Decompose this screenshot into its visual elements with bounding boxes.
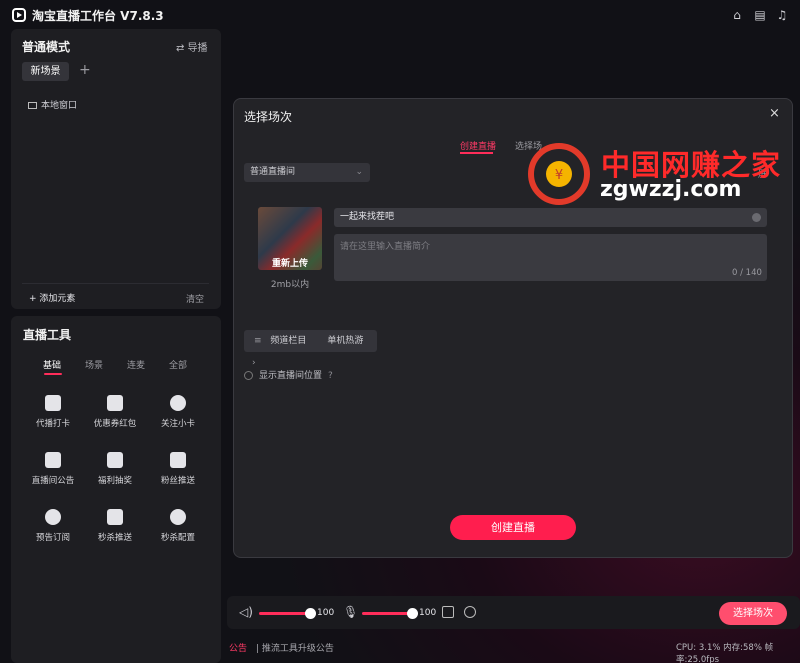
settings-icon[interactable] [464, 606, 476, 618]
tool-fan-push[interactable]: 粉丝推送 [148, 452, 208, 486]
divider [22, 283, 209, 284]
live-title-input[interactable]: 一起来找茬吧 [334, 208, 767, 227]
char-count: 0 / 140 [732, 268, 762, 278]
tool-label: 直播间公告 [31, 476, 75, 486]
speaker-volume-knob[interactable] [305, 608, 316, 619]
channel-selector[interactable]: ≡ 频道栏目 单机热游 › [244, 330, 377, 368]
tab-scene[interactable]: 场景 [85, 358, 103, 371]
tab-underline [460, 152, 493, 154]
tool-flash-config[interactable]: 秒杀配置 [148, 509, 208, 543]
channel-value: 单机热游 [327, 336, 364, 346]
room-type-select[interactable]: 普通直播间 ⌄ [244, 163, 370, 182]
mode-title: 普通模式 [22, 40, 71, 54]
tool-preview-subscribe[interactable]: 预告订阅 [23, 509, 83, 543]
tool-label: 代播打卡 [35, 419, 70, 429]
tool-flash-push[interactable]: 秒杀推送 [85, 509, 145, 543]
tool-label: 秒杀配置 [160, 533, 195, 543]
svg-text:¥: ¥ [555, 168, 563, 183]
tab-co-stream[interactable]: 连麦 [127, 358, 145, 371]
speaker-volume-value: 100 [317, 608, 335, 618]
headset-icon[interactable]: ♫ [775, 8, 789, 22]
broadcast-icon [170, 395, 186, 411]
message-icon[interactable]: ▤ [753, 8, 767, 22]
tool-label: 优惠券红包 [93, 419, 137, 429]
tool-label: 福利抽奖 [97, 476, 132, 486]
tool-coupon[interactable]: 优惠券红包 [85, 395, 145, 429]
mic-volume-value: 100 [419, 608, 437, 618]
speaker-icon [45, 452, 61, 468]
app-title: 淘宝直播工作台 V7.8.3 [32, 9, 164, 23]
app-logo-icon [12, 8, 26, 22]
tool-checkin[interactable]: 代播打卡 [23, 395, 83, 429]
flash-config-icon [170, 509, 186, 525]
gift-icon [107, 452, 123, 468]
chevron-down-icon: ⌄ [355, 167, 363, 177]
mic-volume-knob[interactable] [407, 608, 418, 619]
clipboard-check-icon [45, 395, 61, 411]
export-button[interactable]: ⇄ 导播 [176, 39, 208, 54]
select-session-button[interactable]: 选择场次 [719, 602, 787, 625]
list-icon: ≡ [254, 336, 262, 346]
tab-create-live[interactable]: 创建直播 [460, 139, 496, 152]
watermark-dragon-logo: ¥ [528, 143, 590, 205]
tool-follow-card[interactable]: 关注小卡 [148, 395, 208, 429]
window-icon [28, 102, 37, 109]
microphone-icon[interactable]: 🎙 [343, 605, 358, 619]
subscribe-icon [45, 509, 61, 525]
show-location-label: 显示直播间位置 [259, 371, 323, 381]
push-arrow-icon [170, 452, 186, 468]
watermark-text-en: zgwzzj.com [600, 177, 742, 202]
title-value: 一起来找茬吧 [340, 212, 395, 222]
tab-basic[interactable]: 基础 [43, 358, 61, 371]
create-live-button[interactable]: 创建直播 [450, 515, 576, 540]
cover-size-hint: 2mb以内 [270, 280, 310, 290]
clear-button[interactable]: 清空 [186, 292, 204, 305]
performance-stats: CPU: 3.1% 内存:58% 帧率:25.0fps [676, 643, 774, 663]
source-item-local-window[interactable]: 本地窗口 [28, 98, 77, 111]
red-packet-icon [107, 395, 123, 411]
reupload-label[interactable]: 重新上传 [258, 256, 322, 269]
tool-lottery[interactable]: 福利抽奖 [85, 452, 145, 486]
help-icon[interactable]: ? [328, 371, 333, 381]
dialog-title: 选择场次 [244, 110, 293, 124]
close-icon[interactable]: × [769, 106, 780, 121]
notice-link[interactable]: | 推流工具升级公告 [256, 641, 334, 654]
speaker-icon[interactable]: ◁) [239, 605, 253, 619]
tab-underline [44, 373, 62, 375]
show-location-option[interactable]: 显示直播间位置? [244, 368, 333, 381]
home-icon[interactable]: ⌂ [730, 8, 744, 22]
add-scene-button[interactable]: + [79, 62, 91, 78]
notice-tag[interactable]: 公告 [229, 641, 247, 654]
clear-icon[interactable] [752, 213, 761, 222]
tool-announcement[interactable]: 直播间公告 [23, 452, 83, 486]
tool-label: 关注小卡 [160, 419, 195, 429]
source-label: 本地窗口 [41, 101, 78, 111]
flash-sale-icon [107, 509, 123, 525]
chevron-right-icon: › [252, 358, 256, 368]
description-input[interactable]: 请在这里输入直播简介 [334, 234, 767, 281]
room-type-value: 普通直播间 [250, 167, 296, 177]
add-element-button[interactable]: + 添加元素 [29, 291, 75, 304]
tab-all[interactable]: 全部 [169, 358, 187, 371]
radio-button[interactable] [244, 371, 253, 380]
channel-label: 频道栏目 [270, 336, 307, 346]
tab-new-scene[interactable]: 新场景 [22, 62, 69, 81]
tool-label: 秒杀推送 [97, 533, 132, 543]
tools-title: 直播工具 [23, 328, 72, 342]
tool-label: 粉丝推送 [160, 476, 195, 486]
tool-label: 预告订阅 [35, 533, 70, 543]
equalizer-icon[interactable] [442, 606, 454, 618]
